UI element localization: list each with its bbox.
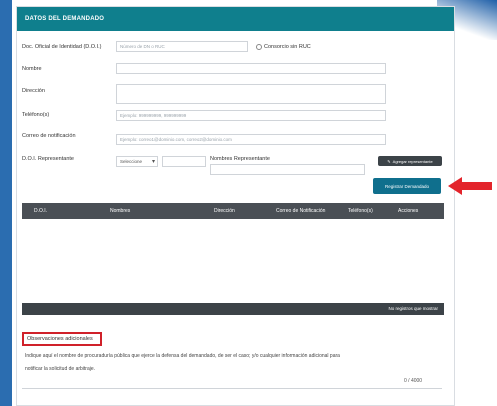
correo-input[interactable]: Ejemplo: correo1@dominio.com, correo2@do… bbox=[116, 134, 386, 145]
col-correo: Correo de Notificación bbox=[276, 208, 326, 214]
pencil-icon: ✎ bbox=[387, 158, 391, 164]
red-arrow-icon bbox=[448, 177, 492, 195]
doi-rep-select[interactable]: Seleccione ▾ bbox=[116, 156, 158, 167]
direccion-label: Dirección bbox=[22, 88, 45, 94]
col-doi: D.O.I. bbox=[34, 208, 48, 214]
nombres-rep-input[interactable] bbox=[210, 164, 365, 175]
nombre-label: Nombre bbox=[22, 66, 42, 72]
col-direccion: Dirección bbox=[214, 208, 235, 214]
nombres-rep-label: Nombres Representante bbox=[210, 156, 270, 162]
ruc-radio-label: Consorcio sin RUC bbox=[264, 44, 311, 50]
registrar-demandado-label: Registrar Demandado bbox=[384, 183, 430, 189]
direccion-input[interactable] bbox=[116, 84, 386, 104]
table-body bbox=[22, 219, 444, 303]
correo-label: Correo de notificación bbox=[22, 133, 76, 139]
telefono-placeholder: Ejemplo: 999999999, 999999999 bbox=[120, 113, 187, 118]
doi-rep-label: D.O.I. Representante bbox=[22, 156, 74, 162]
background-left-strip bbox=[0, 0, 12, 406]
observaciones-description-1: Indique aquí el nombre de procuraduría p… bbox=[25, 353, 340, 359]
observaciones-counter: 0 / 4000 bbox=[404, 378, 423, 384]
doc-placeholder: Número de DN o RUC bbox=[120, 44, 165, 49]
col-nombres: Nombres bbox=[110, 208, 131, 214]
observaciones-title: Observaciones adicionales bbox=[27, 336, 93, 342]
correo-placeholder: Ejemplo: correo1@dominio.com, correo2@do… bbox=[120, 137, 232, 142]
chevron-down-icon: ▾ bbox=[151, 159, 155, 165]
section-title: DATOS DEL DEMANDADO bbox=[17, 7, 454, 31]
doc-input[interactable]: Número de DN o RUC bbox=[116, 41, 248, 52]
registrar-demandado-button[interactable]: Registrar Demandado bbox=[373, 178, 441, 194]
col-telefono: Teléfono(s) bbox=[348, 208, 373, 214]
observaciones-description-2: notificar la solicitud de arbitraje. bbox=[25, 366, 96, 372]
agregar-representante-label: Agregar representante bbox=[392, 158, 433, 164]
table-header: D.O.I. Nombres Dirección Correo de Notif… bbox=[22, 203, 444, 219]
doi-rep-select-value: Seleccione bbox=[120, 159, 143, 164]
table-empty-text: No registros que mostrar bbox=[388, 306, 438, 311]
col-acciones: Acciones bbox=[398, 208, 419, 214]
doc-label: Doc. Oficial de Identidad (D.O.I.) bbox=[22, 44, 102, 50]
table-footer: No registros que mostrar bbox=[22, 303, 444, 315]
telefono-input[interactable]: Ejemplo: 999999999, 999999999 bbox=[116, 110, 386, 121]
nombre-input[interactable] bbox=[116, 63, 386, 74]
observaciones-textarea[interactable] bbox=[22, 374, 442, 389]
agregar-representante-button[interactable]: ✎ Agregar representante bbox=[378, 156, 442, 166]
doi-rep-input[interactable] bbox=[162, 156, 206, 167]
ruc-radio[interactable] bbox=[256, 44, 262, 50]
telefono-label: Teléfono(s) bbox=[22, 112, 50, 118]
